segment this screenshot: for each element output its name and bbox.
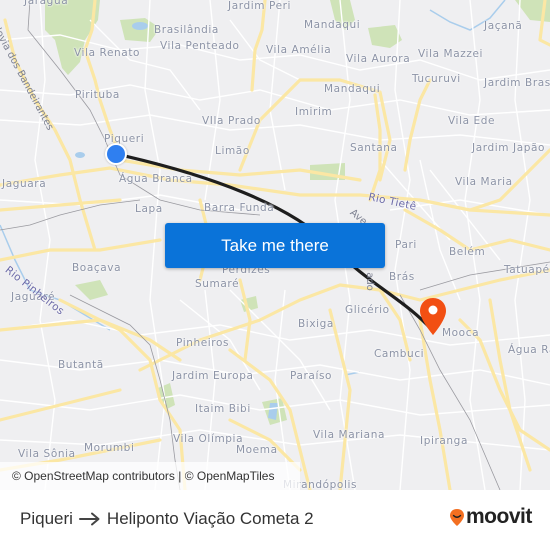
place-label: Jardim Brasil — [484, 77, 550, 89]
place-label: Imirim — [295, 106, 333, 118]
place-label: Barra Funda — [204, 202, 275, 214]
place-label: Vila Renato — [74, 47, 141, 59]
place-label: Moema — [236, 444, 278, 456]
place-label: Belém — [449, 246, 486, 258]
place-label: Vila Mazzei — [418, 48, 484, 60]
place-label: Brasilândia — [154, 24, 219, 36]
place-label: Jardim Japão — [472, 142, 546, 154]
place-label: Glicério — [345, 304, 390, 316]
moovit-logo: moovit — [449, 505, 532, 529]
place-label: VIla Prado — [202, 115, 261, 127]
place-label: Paraíso — [290, 370, 333, 382]
place-label: Bixiga — [298, 318, 334, 330]
place-label: Jaçanã — [484, 20, 523, 32]
place-label: Morumbi — [84, 442, 135, 454]
place-label: Santana — [350, 142, 398, 154]
place-label: Pari — [395, 239, 417, 251]
place-label: Jardim Peri — [228, 0, 292, 12]
water — [75, 22, 278, 420]
place-label: Jardim Europa — [172, 370, 254, 382]
place-label: Vila Sônia — [18, 448, 76, 460]
place-label: Vila Olímpia — [173, 433, 244, 445]
place-label: Mandaqui — [324, 83, 381, 95]
place-label: Tatuapé — [504, 264, 550, 276]
origin-name: Piqueri — [20, 509, 73, 528]
place-label: Lapa — [135, 203, 163, 215]
place-label: Água Ra — [508, 344, 550, 356]
moovit-wordmark: moovit — [466, 505, 532, 528]
place-label: Água Branca — [119, 173, 193, 185]
place-label: Pinheiros — [176, 337, 230, 349]
moovit-pin-icon — [450, 508, 464, 526]
route-title: Piqueri Heliponto Viação Cometa 2 — [20, 509, 314, 529]
place-label: Cambuci — [374, 348, 425, 360]
place-label: Sumaré — [195, 278, 240, 290]
map-pin-icon[interactable] — [418, 297, 448, 337]
place-label: Jaguara — [2, 178, 47, 190]
place-label: Vila Penteado — [160, 40, 240, 52]
place-label: Vila Amélia — [266, 44, 332, 56]
place-label: Boaçava — [72, 262, 122, 274]
map-view[interactable]: Jaraguá Jardim Peri Brasilândia Vila Pen… — [0, 0, 550, 490]
place-label: Limão — [215, 145, 250, 157]
map-attribution[interactable]: © OpenStreetMap contributors | © OpenMap… — [0, 462, 300, 490]
arrow-right-icon — [78, 512, 101, 526]
place-label: Pirituba — [75, 89, 120, 101]
place-label: Vila Ede — [448, 115, 496, 127]
place-label: Itaim Bibi — [195, 403, 251, 415]
origin-dot-icon[interactable] — [105, 143, 127, 165]
place-label: Vila Aurora — [346, 53, 411, 65]
road-label-avenida-2: ado — [363, 272, 375, 291]
destination-name: Heliponto Viação Cometa 2 — [106, 509, 314, 528]
place-label: Jaraguá — [24, 0, 69, 7]
place-label: Vila Mariana — [313, 429, 386, 441]
place-label: Ipiranga — [420, 435, 468, 447]
place-label: Brás — [389, 271, 415, 283]
place-label: Tucuruvi — [412, 73, 461, 85]
place-label: Butantã — [58, 359, 104, 371]
place-label: Mandaqui — [304, 19, 361, 31]
take-me-there-button[interactable]: Take me there — [165, 223, 385, 268]
place-label: Vila Maria — [455, 176, 513, 188]
